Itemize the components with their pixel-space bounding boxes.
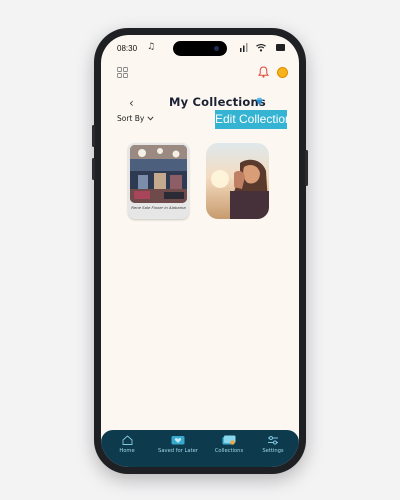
coin-icon[interactable] bbox=[277, 67, 288, 78]
tab-saved-for-later[interactable]: Saved for Later bbox=[155, 435, 201, 463]
app-screen: 08:30 ♫ ‹ My Collections Sort By Edit Co… bbox=[101, 35, 299, 467]
chevron-down-icon[interactable] bbox=[147, 116, 154, 121]
tab-settings-label: Settings bbox=[262, 448, 284, 454]
heart-tag-icon bbox=[171, 436, 185, 445]
side-button bbox=[92, 125, 95, 147]
music-note-icon: ♫ bbox=[147, 42, 156, 52]
collection-caption: Rene Sale Fixxer in Alabama bbox=[131, 205, 186, 210]
wifi-icon bbox=[256, 44, 266, 52]
camera-dot bbox=[214, 46, 219, 51]
status-time: 08:30 bbox=[117, 44, 138, 53]
edit-collection-button[interactable]: Edit Collection bbox=[215, 110, 287, 129]
side-button bbox=[305, 150, 308, 186]
diamond-icon bbox=[256, 97, 263, 106]
bottom-tab-bar: Home Saved for Later Collections Setting… bbox=[101, 430, 299, 467]
battery-icon bbox=[276, 44, 285, 51]
home-icon bbox=[122, 435, 132, 445]
collections-icon bbox=[222, 435, 236, 445]
tab-home[interactable]: Home bbox=[104, 435, 150, 463]
back-chevron-icon[interactable]: ‹ bbox=[129, 96, 134, 110]
tab-home-label: Home bbox=[119, 448, 135, 454]
collection-thumbnail bbox=[206, 143, 269, 219]
tab-saved-label: Saved for Later bbox=[158, 448, 198, 454]
sort-by-label[interactable]: Sort By bbox=[117, 114, 144, 123]
tab-collections-label: Collections bbox=[214, 448, 244, 454]
collection-card[interactable]: Rene Sale Fixxer in Alabama bbox=[128, 143, 189, 219]
side-button bbox=[92, 158, 95, 180]
collection-thumbnail bbox=[130, 145, 187, 203]
signal-icon bbox=[240, 43, 248, 52]
status-bar: 08:30 ♫ bbox=[101, 35, 299, 59]
notification-bell-icon[interactable] bbox=[258, 66, 269, 78]
page-title: My Collections bbox=[169, 95, 266, 109]
grid-menu-icon[interactable] bbox=[117, 67, 128, 78]
sliders-icon bbox=[268, 436, 278, 445]
collection-card[interactable] bbox=[206, 143, 269, 219]
dynamic-island bbox=[173, 41, 227, 56]
tab-collections[interactable]: Collections bbox=[206, 435, 252, 463]
tab-settings[interactable]: Settings bbox=[250, 435, 296, 463]
